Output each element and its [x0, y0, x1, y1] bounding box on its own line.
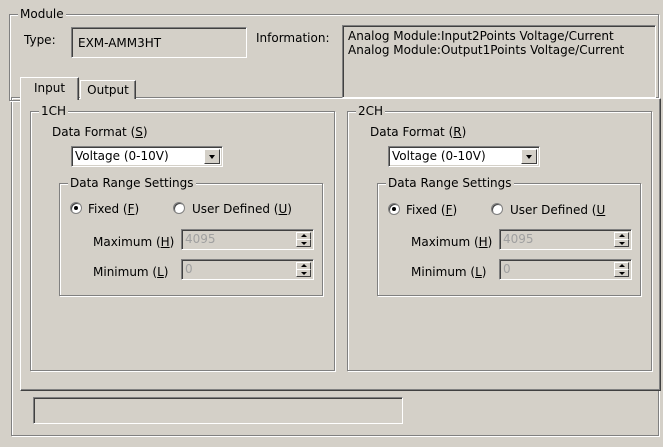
spin-down-icon[interactable]: [614, 239, 629, 247]
tab-input[interactable]: Input: [20, 77, 79, 100]
module-group-label: Module: [18, 7, 66, 21]
channel-2-data-format-label: Data Format (R): [370, 125, 467, 139]
channel-2-maximum-value: 4095: [503, 232, 534, 246]
spin-down-icon[interactable]: [614, 269, 629, 277]
channel-2-user-defined-label: User Defined (U: [510, 203, 606, 217]
channel-1-fixed-label: Fixed (F): [88, 202, 140, 216]
spin-down-icon[interactable]: [296, 239, 311, 247]
tab-input-label: Input: [33, 81, 66, 95]
tab-output-label: Output: [87, 83, 129, 97]
channel-1-minimum-spinner[interactable]: 0: [181, 259, 314, 280]
channel-1-user-defined-radio[interactable]: [173, 202, 185, 214]
channel-1-maximum-spinner[interactable]: 4095: [181, 229, 314, 250]
channel-2-minimum-spinner[interactable]: 0: [499, 259, 632, 280]
channel-1-maximum-value: 4095: [185, 232, 216, 246]
information-line-2: Analog Module:Output1Points Voltage/Curr…: [348, 43, 625, 57]
status-field: [33, 397, 403, 424]
channel-1-user-defined-label: User Defined (U): [192, 202, 292, 216]
channel-2-data-format-value: Voltage (0-10V): [392, 149, 486, 163]
channel-1-minimum-label: Minimum (L): [93, 265, 169, 279]
information-field: Analog Module:Input2Points Voltage/Curre…: [342, 25, 656, 98]
type-value-field: EXM-AMM3HT: [71, 27, 247, 58]
channel-1-data-format-value: Voltage (0-10V): [75, 149, 169, 163]
channel-2-user-defined-radio[interactable]: [491, 203, 503, 215]
chevron-down-icon[interactable]: [204, 149, 220, 164]
chevron-down-icon[interactable]: [521, 149, 537, 164]
spin-down-icon[interactable]: [296, 269, 311, 277]
channel-1-fixed-radio[interactable]: [70, 202, 82, 214]
channel-2-maximum-spinner[interactable]: 4095: [499, 229, 632, 250]
channel-1-minimum-value: 0: [185, 262, 193, 276]
channel-1-data-format-select[interactable]: Voltage (0-10V): [71, 146, 223, 167]
channel-2-range-label: Data Range Settings: [386, 176, 514, 190]
channel-1-range-label: Data Range Settings: [68, 176, 196, 190]
channel-2-fixed-radio[interactable]: [388, 203, 400, 215]
type-label: Type:: [24, 33, 56, 47]
channel-2-maximum-label: Maximum (H): [411, 235, 493, 249]
channel-2-label: 2CH: [356, 104, 386, 118]
channel-1-maximum-label: Maximum (H): [93, 235, 175, 249]
channel-1-data-format-label: Data Format (S): [52, 125, 148, 139]
channel-2-fixed-label: Fixed (F): [406, 203, 458, 217]
channel-2-minimum-value: 0: [503, 262, 511, 276]
information-label: Information:: [256, 31, 330, 45]
channel-2-data-format-select[interactable]: Voltage (0-10V): [388, 146, 540, 167]
channel-1-label: 1CH: [39, 104, 69, 118]
channel-2-minimum-label: Minimum (L): [411, 265, 487, 279]
information-line-1: Analog Module:Input2Points Voltage/Curre…: [348, 29, 614, 43]
tab-output[interactable]: Output: [80, 80, 136, 99]
type-value: EXM-AMM3HT: [78, 36, 162, 50]
